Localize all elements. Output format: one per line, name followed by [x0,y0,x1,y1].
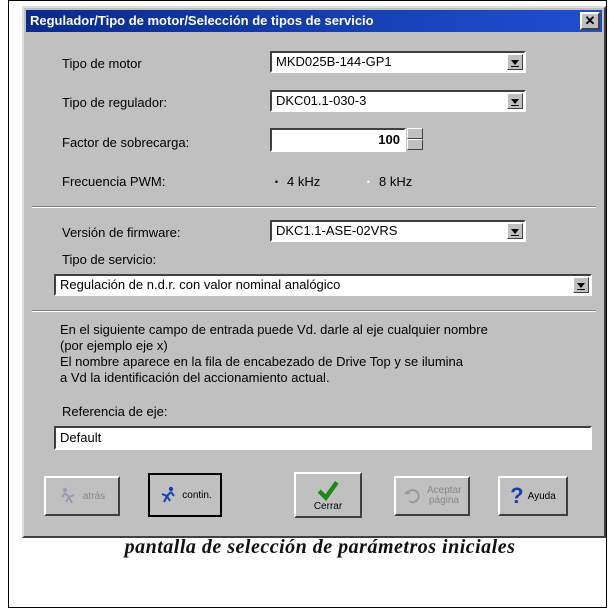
back-button[interactable]: atrás [44,476,120,516]
regulator-value: DKC01.1-030-3 [276,93,367,108]
info-line-1: En el siguiente campo de entrada puede V… [60,322,488,337]
pwm-label: Frecuencia PWM: [62,174,166,189]
overload-stepper[interactable] [407,128,423,150]
close-dialog-button[interactable]: Cerrar [294,472,362,518]
divider [32,310,596,312]
radio-selected-icon: • [274,177,279,188]
close-button[interactable]: ✕ [580,12,600,30]
overload-label: Factor de sobrecarga: [62,135,190,150]
motor-select[interactable]: MKD025B-144-GP1 [270,51,526,73]
continue-button[interactable]: contin. [148,473,222,517]
motor-value: MKD025B-144-GP1 [276,54,392,69]
undo-arrow-icon [404,489,420,504]
question-mark-icon: ? [510,483,524,508]
service-value: Regulación de n.d.r. con valor nominal a… [60,277,341,292]
chevron-down-icon[interactable] [507,223,523,239]
firmware-label: Versión de firmware: [62,225,181,240]
service-select[interactable]: Regulación de n.d.r. con valor nominal a… [54,274,592,296]
overload-input[interactable]: 100 [270,128,406,152]
stepper-up-icon[interactable] [407,128,423,139]
info-line-3: El nombre aparece en la fila de encabeza… [60,354,463,369]
pwm-option-4khz[interactable]: • 4 kHz [272,174,320,189]
regulator-select[interactable]: DKC01.1-030-3 [270,90,526,112]
chevron-down-icon[interactable] [507,93,523,109]
title-bar: Regulador/Tipo de motor/Selección de tip… [26,10,602,32]
service-label: Tipo de servicio: [62,252,157,267]
motor-label: Tipo de motor [62,56,142,71]
running-man-icon [161,486,176,503]
checkmark-icon [317,480,339,501]
axis-ref-label: Referencia de eje: [62,404,168,419]
dialog-window: Regulador/Tipo de motor/Selección de tip… [22,6,606,538]
info-line-2: (por ejemplo eje x) [60,338,168,353]
help-button[interactable]: ? Ayuda [498,476,568,516]
firmware-value: DKC1.1-ASE-02VRS [276,223,398,238]
axis-ref-input[interactable]: Default [54,426,592,450]
pwm-option-8khz[interactable]: • 8 kHz [364,174,412,189]
figure-caption: pantalla de selección de parámetros inic… [124,536,516,558]
divider [32,206,596,208]
apply-page-button[interactable]: Aceptar página [394,476,470,516]
chevron-down-icon[interactable] [507,54,523,70]
info-line-4: a Vd la identificación del accionamiento… [60,370,330,385]
stepper-down-icon[interactable] [407,139,423,150]
window-title: Regulador/Tipo de motor/Selección de tip… [30,13,374,28]
regulator-label: Tipo de regulador: [62,95,168,110]
running-man-icon [61,487,75,504]
radio-unselected-icon: • [366,177,371,188]
firmware-select[interactable]: DKC1.1-ASE-02VRS [270,220,526,242]
chevron-down-icon[interactable] [573,277,589,293]
